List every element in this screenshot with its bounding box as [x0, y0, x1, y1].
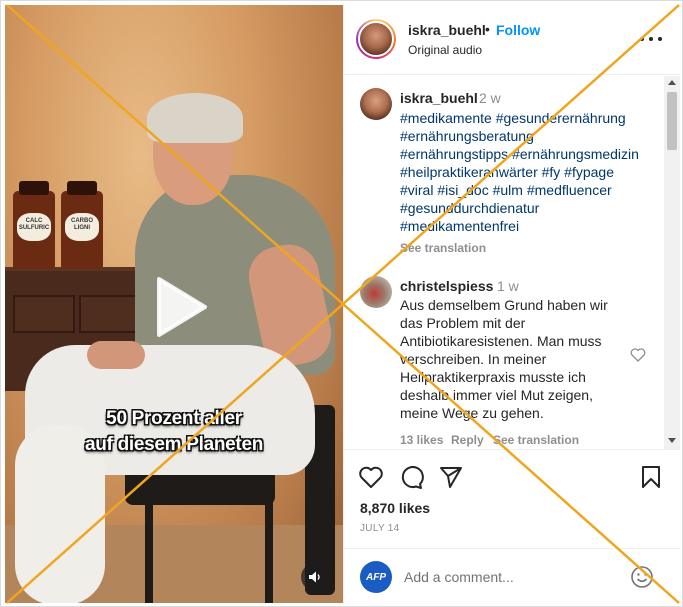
author-avatar[interactable]: [356, 19, 396, 59]
hashtag-line[interactable]: #medikamente #gesunderernährung: [400, 109, 662, 127]
follow-button[interactable]: Follow: [496, 22, 540, 38]
post-date: JULY 14: [360, 523, 400, 534]
post-actions: 8,870 likes JULY 14 AFP: [344, 449, 680, 603]
emoji-icon[interactable]: [630, 565, 654, 589]
hashtag-line[interactable]: #gesunddurchdienatur: [400, 199, 662, 217]
instagram-post-frame: CALC SULFURIC CARBO LIGNI 50 Prozent all…: [0, 0, 683, 607]
cabinet-drawer: [13, 295, 75, 333]
comment-bubble-icon[interactable]: [398, 464, 424, 490]
commenter-avatar[interactable]: [360, 276, 392, 308]
comments-list: iskra_buehl 2 w #medikamente #gesunderer…: [344, 76, 664, 449]
jar-cap: [67, 181, 97, 195]
chair-leg: [145, 495, 153, 603]
comment-username[interactable]: iskra_buehl: [400, 90, 478, 106]
comment-time[interactable]: 1 w: [497, 278, 519, 294]
likes-count[interactable]: 8,870 likes: [360, 500, 430, 516]
author-username[interactable]: iskra_buehl: [408, 22, 486, 38]
person-hand: [87, 341, 145, 369]
post-side-panel: iskra_buehl • Follow Original audio iskr…: [343, 5, 680, 603]
jar-label: CALC SULFURIC: [17, 213, 51, 241]
more-options-icon[interactable]: [640, 29, 662, 49]
add-comment-row: AFP: [344, 548, 680, 604]
see-translation-link[interactable]: See translation: [400, 241, 486, 255]
audio-label[interactable]: Original audio: [408, 43, 482, 57]
scroll-down-arrow-icon[interactable]: [668, 438, 676, 443]
speaker-icon: [309, 571, 320, 583]
like-comment-heart-icon[interactable]: [630, 348, 646, 362]
jar-cap: [19, 181, 49, 195]
comment-likes[interactable]: 13 likes: [400, 433, 443, 447]
comment-time[interactable]: 2 w: [479, 90, 501, 106]
hashtag-line[interactable]: #medikamentenfrei: [400, 217, 662, 235]
hashtag-line[interactable]: #ernährungsberatung: [400, 127, 662, 145]
person-hair: [147, 93, 243, 143]
scroll-up-arrow-icon[interactable]: [668, 80, 676, 85]
comment-username[interactable]: christelspiess: [400, 278, 493, 294]
video-caption-line2: auf diesem Planeten: [84, 434, 264, 455]
hashtag-line[interactable]: #heilpraktikeranwärter #fy #fypage: [400, 163, 662, 181]
post-header: iskra_buehl • Follow Original audio: [344, 5, 680, 75]
save-bookmark-icon[interactable]: [638, 464, 664, 490]
audio-toggle-button[interactable]: [301, 563, 329, 591]
reply-button[interactable]: Reply: [451, 433, 484, 447]
cabinet-drawer: [79, 295, 141, 333]
share-paper-plane-icon[interactable]: [438, 464, 464, 490]
video-player[interactable]: CALC SULFURIC CARBO LIGNI 50 Prozent all…: [5, 5, 343, 603]
hashtag-line[interactable]: #ernährungstipps #ernährungsmedizin: [400, 145, 662, 163]
play-icon[interactable]: [147, 275, 211, 339]
separator-dot: •: [485, 21, 490, 37]
jar-label: CARBO LIGNI: [65, 213, 99, 241]
comment-text: Aus demselbem Grund haben wir das Proble…: [400, 297, 608, 421]
chair-leg: [265, 495, 273, 603]
video-caption-line1: 50 Prozent aller: [106, 408, 242, 429]
current-user-avatar: AFP: [360, 561, 392, 593]
caption-hashtags: #medikamente #gesunderernährung #ernähru…: [400, 109, 662, 235]
hashtag-line[interactable]: #viral #isi_doc #ulm #medfluencer: [400, 181, 662, 199]
comments-scrollbar[interactable]: [664, 76, 680, 449]
scroll-thumb[interactable]: [667, 92, 677, 150]
see-translation-link[interactable]: See translation: [493, 433, 579, 447]
like-heart-icon[interactable]: [358, 464, 384, 490]
commenter-avatar[interactable]: [360, 88, 392, 120]
add-comment-input[interactable]: [404, 566, 614, 588]
